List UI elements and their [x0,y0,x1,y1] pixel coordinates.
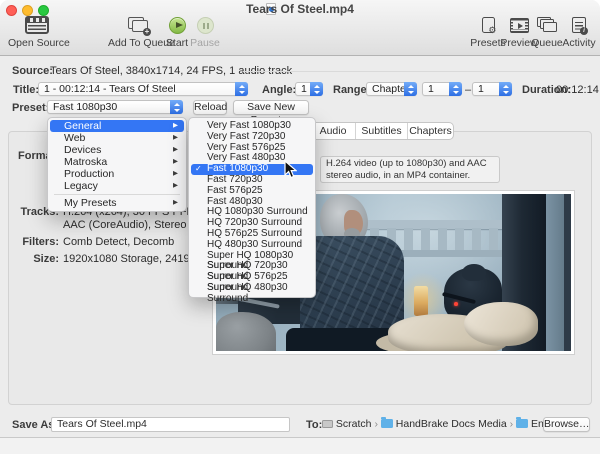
reload-button[interactable]: Reload [193,100,227,115]
submenu-arrow-icon: ▶ [173,120,178,132]
title-label: Title: [13,84,39,96]
preset-description: H.264 video (up to 1080p30) and AAC ster… [320,156,500,183]
preset-popup[interactable]: Fast 1080p30 [47,100,183,114]
photos-plus-icon: + [108,15,170,35]
breadcrumb-separator: › [510,418,514,430]
stepper-icon [170,100,183,114]
breadcrumb-separator: › [374,418,378,430]
stepper-icon [499,82,512,96]
preset-label: Preset: [12,102,49,114]
handbrake-window: Tears Of Steel.mp4 Open Source + Add To … [0,0,600,454]
breadcrumb-folder[interactable]: HandBrake Docs Media [396,418,507,430]
filters-label: Filters: [0,236,59,248]
stepper-icon [404,82,417,96]
folder-icon [516,419,528,428]
submenu-arrow-icon: ▶ [173,197,178,209]
clapperboard-icon [8,15,66,35]
window-title: Tears Of Steel.mp4 [0,2,600,16]
general-preset-submenu: Very Fast 1080p30 Very Fast 720p30 Very … [188,117,316,298]
range-type-popup[interactable]: Chapters [366,82,417,96]
angle-label: Angle: [262,84,296,96]
open-source-button[interactable]: Open Source [8,15,66,49]
tab-chapters[interactable]: Chapters [407,123,453,139]
submenu-arrow-icon: ▶ [173,168,178,180]
range-from-stepper[interactable]: 1 [422,82,462,96]
folder-icon [381,419,393,428]
titlebar-toolbar: Tears Of Steel.mp4 Open Source + Add To … [0,0,600,56]
tab-subtitles[interactable]: Subtitles [355,123,407,139]
pause-circle-icon [190,15,220,35]
activity-button[interactable]: i Activity [560,15,598,49]
range-label: Range: [333,84,370,96]
tracks-value-2: AAC (CoreAudio), Stereo [63,219,187,231]
menu-item-matroska[interactable]: Matroska ▶ [50,156,184,168]
checkmark-icon: ✓ [195,164,202,175]
browse-button[interactable]: Browse… [543,417,590,432]
tab-bar: Audio Subtitles Chapters [310,122,454,140]
status-footer [0,437,600,454]
filename-input[interactable]: Tears Of Steel.mp4 [51,417,290,432]
submenu-arrow-icon: ▶ [173,144,178,156]
title-popup[interactable]: 1 - 00:12:14 - Tears Of Steel [38,82,248,96]
pause-button: Pause [190,15,220,49]
angle-stepper[interactable]: 1 [295,82,323,96]
range-to-stepper[interactable]: 1 [472,82,512,96]
preset-category-menu: General ▶ Web ▶ Devices ▶ Matroska ▶ Pro… [47,117,187,212]
tab-audio[interactable]: Audio [311,123,355,139]
range-dash: – [465,84,471,96]
submenu-item[interactable]: Super HQ 480p30 Surround [191,283,313,294]
source-divider [243,71,590,72]
filters-value: Comb Detect, Decomb [63,236,174,248]
menu-separator [54,194,180,195]
to-label: To: [306,419,322,431]
mouse-cursor [284,160,297,179]
save-new-preset-button[interactable]: Save New Preset… [233,100,309,115]
duration-value: 00:12:14 [556,84,599,96]
breadcrumb-volume[interactable]: Scratch [336,418,372,430]
submenu-arrow-icon: ▶ [173,132,178,144]
submenu-arrow-icon: ▶ [173,180,178,192]
menu-item-general[interactable]: General ▶ [50,120,184,132]
activity-log-icon: i [560,15,598,35]
menu-item-web[interactable]: Web ▶ [50,132,184,144]
stepper-icon [449,82,462,96]
menu-item-my-presets[interactable]: My Presets ▶ [50,197,184,209]
stepper-icon [310,82,323,96]
source-label: Source: [12,65,53,77]
play-circle-icon [163,15,191,35]
queue-button[interactable]: Queue [530,15,564,49]
add-to-queue-button[interactable]: + Add To Queue [108,15,170,49]
destination-breadcrumb: Scratch › HandBrake Docs Media › Encoded [322,418,572,430]
stepper-icon [235,82,248,96]
menu-item-devices[interactable]: Devices ▶ [50,144,184,156]
photo-stack-icon [530,15,564,35]
start-button[interactable]: Start [163,15,191,49]
menu-item-legacy[interactable]: Legacy ▶ [50,180,184,192]
size-label: Size: [0,253,59,265]
disk-icon [322,420,333,428]
menu-item-production[interactable]: Production ▶ [50,168,184,180]
submenu-arrow-icon: ▶ [173,156,178,168]
